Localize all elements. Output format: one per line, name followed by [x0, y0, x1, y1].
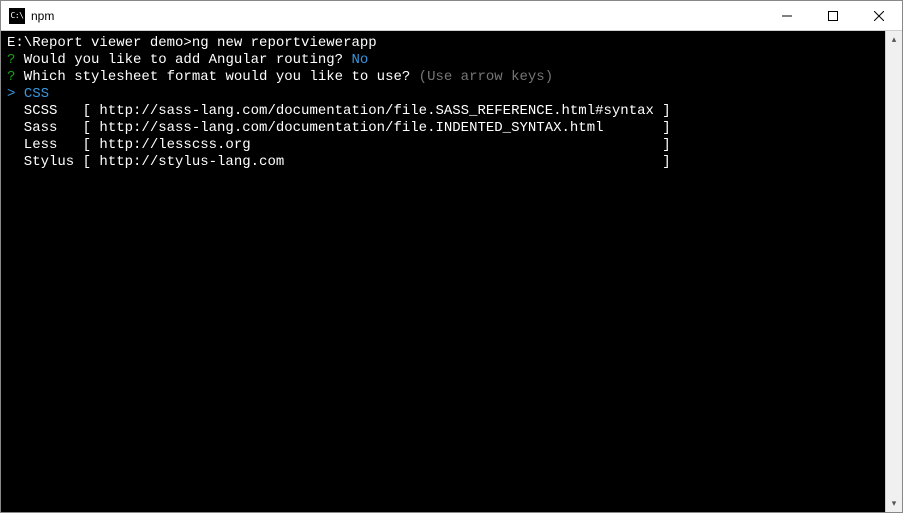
window-title: npm [31, 9, 764, 23]
option-css-selected[interactable]: > CSS [7, 86, 879, 103]
terminal-output[interactable]: E:\Report viewer demo>ng new reportviewe… [1, 31, 885, 512]
app-icon: C:\ [9, 8, 25, 24]
question-text: Would you like to add Angular routing? [15, 52, 351, 68]
answer-no: No [351, 52, 368, 68]
window-titlebar: C:\ npm [1, 1, 902, 31]
option-stylus[interactable]: Stylus [ http://stylus-lang.com ] [7, 154, 879, 171]
minimize-button[interactable] [764, 1, 810, 30]
command-text: ng new reportviewerapp [192, 35, 377, 51]
maximize-button[interactable] [810, 1, 856, 30]
scroll-down-icon[interactable]: ▾ [886, 495, 902, 512]
option-scss[interactable]: SCSS [ http://sass-lang.com/documentatio… [7, 103, 879, 120]
prompt-path: E:\Report viewer demo> [7, 35, 192, 51]
close-button[interactable] [856, 1, 902, 30]
option-label: CSS [24, 86, 49, 102]
vertical-scrollbar[interactable]: ▴ ▾ [885, 31, 902, 512]
question-text: Which stylesheet format would you like t… [15, 69, 418, 85]
question-stylesheet: ? Which stylesheet format would you like… [7, 69, 879, 86]
window-buttons [764, 1, 902, 30]
option-less[interactable]: Less [ http://lesscss.org ] [7, 137, 879, 154]
option-sass[interactable]: Sass [ http://sass-lang.com/documentatio… [7, 120, 879, 137]
selection-marker-icon: > [7, 86, 24, 102]
question-routing: ? Would you like to add Angular routing?… [7, 52, 879, 69]
scroll-up-icon[interactable]: ▴ [886, 31, 902, 48]
hint-text: (Use arrow keys) [419, 69, 553, 85]
terminal-container: E:\Report viewer demo>ng new reportviewe… [1, 31, 902, 512]
prompt-line: E:\Report viewer demo>ng new reportviewe… [7, 35, 879, 52]
